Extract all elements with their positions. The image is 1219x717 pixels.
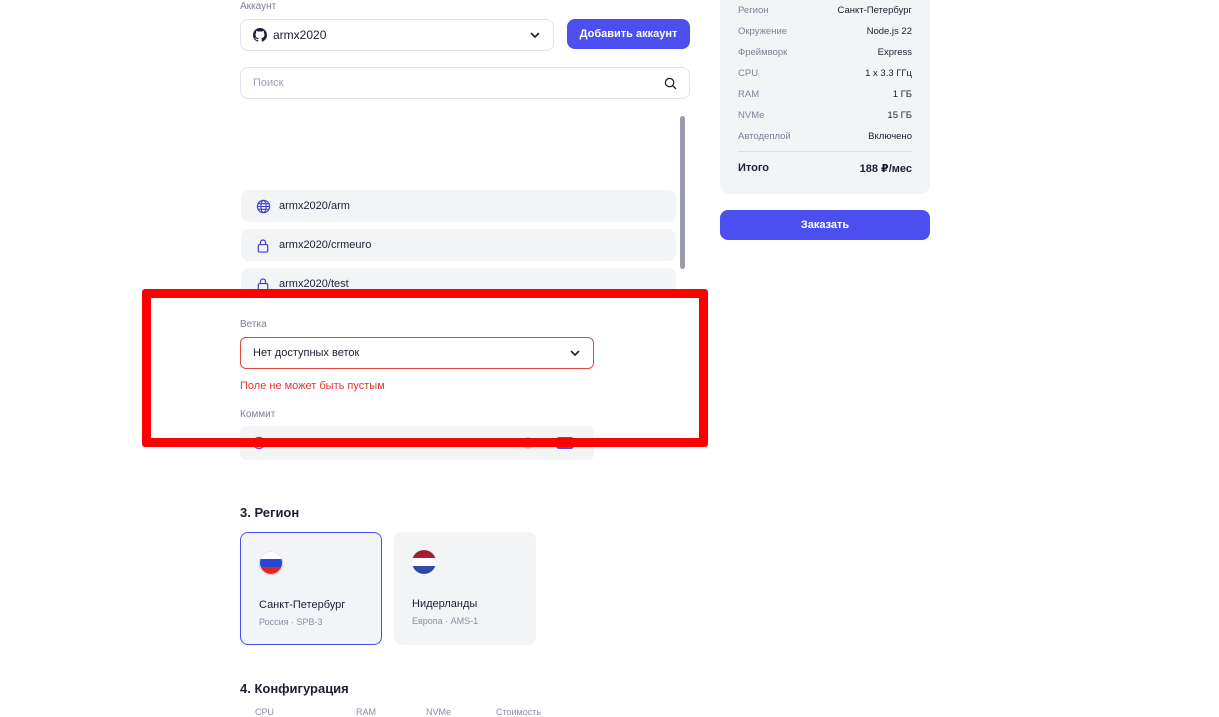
search-input[interactable]: Поиск — [253, 77, 664, 89]
region-card-spb[interactable]: Санкт-Петербург Россия · SPB-3 — [240, 532, 382, 645]
globe-icon — [255, 198, 271, 214]
repo-item[interactable]: armx2020/arm — [241, 190, 676, 222]
summary-row: Фреймворк Express — [738, 47, 912, 58]
russia-flag-icon — [259, 551, 283, 575]
summary-value: 15 ГБ — [887, 110, 912, 121]
summary-key: Автодеплой — [738, 131, 791, 142]
summary-value: Express — [877, 47, 912, 58]
summary-value: Включено — [868, 131, 912, 142]
order-button[interactable]: Заказать — [720, 210, 930, 240]
summary-row: RAM 1 ГБ — [738, 89, 912, 100]
summary-total-label: Итого — [738, 162, 770, 174]
chevron-down-icon — [529, 29, 541, 41]
region-subtitle: Россия · SPB-3 — [259, 617, 323, 627]
account-label: Аккаунт — [240, 1, 277, 12]
region-card-ams[interactable]: Нидерланды Европа · AMS-1 — [394, 532, 536, 645]
repo-name: armx2020/arm — [279, 200, 350, 212]
highlight-annotation-box — [142, 289, 708, 447]
summary-total-value: 188 ₽/мес — [859, 163, 912, 175]
summary-row: Окружение Node.js 22 — [738, 26, 912, 37]
search-field[interactable]: Поиск — [240, 67, 690, 99]
search-icon[interactable] — [664, 77, 677, 90]
repository-list: armx2020/arm armx2020/crmeuro armx2020/t… — [240, 115, 690, 298]
summary-value: 1 x 3.3 ГГц — [865, 68, 912, 79]
summary-key: Регион — [738, 5, 769, 16]
order-summary-panel: Регион Санкт-Петербург Окружение Node.js… — [720, 0, 930, 194]
github-icon — [253, 28, 267, 42]
repo-item[interactable]: armx2020/crmeuro — [241, 229, 676, 261]
region-subtitle: Европа · AMS-1 — [412, 616, 479, 626]
summary-key: NVMe — [738, 110, 765, 121]
region-name: Нидерланды — [412, 598, 478, 610]
summary-value: Санкт-Петербург — [837, 5, 912, 16]
summary-row: Регион Санкт-Петербург — [738, 5, 912, 16]
region-name: Санкт-Петербург — [259, 599, 346, 611]
region-section-title: 3. Регион — [240, 505, 300, 520]
summary-value: Node.js 22 — [866, 26, 912, 37]
account-select[interactable]: armx2020 — [240, 19, 554, 51]
summary-key: RAM — [738, 89, 760, 100]
add-account-button[interactable]: Добавить аккаунт — [567, 19, 690, 49]
summary-divider — [738, 151, 912, 152]
summary-value: 1 ГБ — [892, 89, 912, 100]
account-select-value: armx2020 — [273, 28, 327, 42]
summary-key: Фреймворк — [738, 47, 788, 58]
lock-icon — [255, 237, 271, 253]
summary-row: NVMe 15 ГБ — [738, 110, 912, 121]
repo-list-scrollbar[interactable] — [680, 116, 685, 269]
summary-row: Автодеплой Включено — [738, 131, 912, 142]
config-section-title: 4. Конфигурация — [240, 681, 349, 696]
summary-key: CPU — [738, 68, 759, 79]
netherlands-flag-icon — [412, 550, 436, 574]
summary-key: Окружение — [738, 26, 788, 37]
repo-name: armx2020/crmeuro — [279, 239, 372, 251]
summary-row: CPU 1 x 3.3 ГГц — [738, 68, 912, 79]
summary-total-row: Итого 188 ₽/мес — [738, 162, 912, 175]
